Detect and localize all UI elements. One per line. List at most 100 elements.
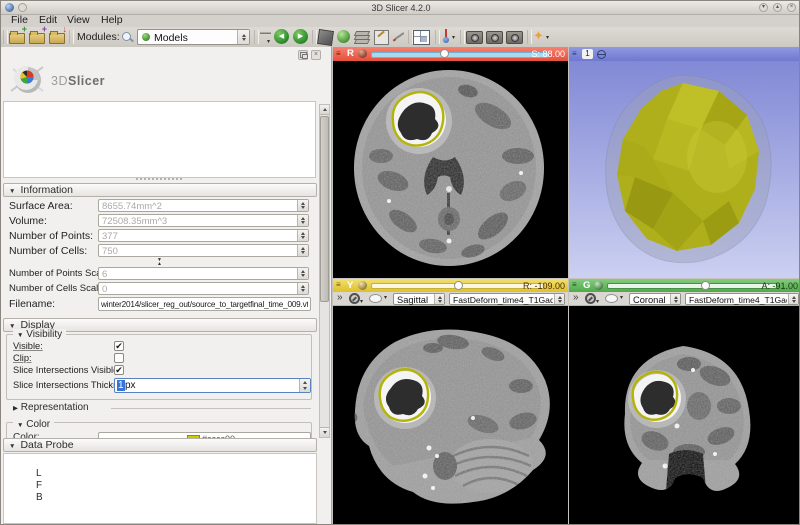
num-points-field[interactable]: 377 (98, 229, 309, 242)
module-search-icon[interactable] (121, 31, 133, 43)
threed-view[interactable] (569, 61, 800, 278)
color-group-title[interactable]: ▼ Color (13, 419, 54, 430)
toolbar-grip[interactable] (69, 30, 74, 44)
scroll-down-button[interactable] (320, 427, 329, 437)
collapse-open-icon: ▼ (9, 443, 15, 450)
close-button[interactable]: × (787, 3, 796, 12)
volume-selector[interactable]: FastDeform_time4_T1Gad (449, 293, 565, 305)
scroll-up-button[interactable] (320, 105, 329, 115)
collapse-open-icon: ▼ (9, 188, 15, 195)
clip-checkbox[interactable] (114, 353, 124, 363)
extensions-button[interactable]: ✦ (533, 29, 544, 43)
annotations-button[interactable] (392, 30, 405, 43)
screenshot-button[interactable] (466, 31, 483, 44)
module-selector-arrows (237, 30, 249, 44)
logo-text-slicer: Slicer (68, 74, 105, 88)
slice-pin-button[interactable]: ≡ (572, 279, 577, 291)
splitter-handle[interactable] (136, 178, 182, 182)
visible-checkbox[interactable]: ✔ (114, 341, 124, 351)
dropdown-icon[interactable]: ▾ (384, 295, 387, 301)
orientation-selector[interactable]: Sagittal (393, 293, 445, 305)
slice-visibility-toggle[interactable] (369, 294, 382, 303)
load-dicom-button[interactable]: + (28, 29, 45, 45)
spin-view-icon[interactable] (597, 50, 606, 59)
scene-view-restore-button[interactable] (506, 31, 523, 44)
green-slice-slider-track[interactable] (607, 283, 777, 289)
spinner[interactable] (297, 245, 308, 256)
dock-close-button[interactable]: × (311, 50, 321, 60)
slice-visibility-eye-icon[interactable] (358, 49, 367, 58)
load-data-button[interactable]: + (8, 29, 25, 45)
maximize-button[interactable]: ▴ (773, 3, 782, 12)
num-points-scalars-field[interactable]: 6 (98, 267, 309, 280)
red-slice-slider-handle[interactable] (440, 49, 449, 58)
models-button[interactable] (336, 29, 353, 45)
panel-scrollbar[interactable] (319, 104, 330, 438)
editor-button[interactable] (373, 29, 390, 45)
expand-controller-button[interactable]: » (573, 292, 579, 303)
volumes-button[interactable] (355, 31, 369, 43)
num-cells-scalars-field[interactable]: 0 (98, 282, 309, 295)
menu-view[interactable]: View (63, 14, 94, 26)
scrollbar-thumb[interactable] (320, 116, 329, 302)
orientation-selector[interactable]: Coronal (629, 293, 681, 305)
data-probe-section-header[interactable]: ▼Data Probe (3, 438, 317, 452)
filename-field[interactable]: winter2014/slicer_reg_out/source_to_targ… (98, 297, 311, 311)
volume-selector[interactable]: FastDeform_time4_T1Gad (685, 293, 799, 305)
spinner[interactable] (297, 215, 308, 226)
spinner[interactable] (299, 379, 310, 392)
threed-view-label: 1 (582, 49, 593, 59)
link-views-button[interactable] (349, 293, 360, 304)
expand-controller-button[interactable]: » (337, 292, 343, 303)
dock-float-button[interactable] (298, 50, 308, 60)
toolbar-grip[interactable] (460, 30, 465, 44)
menu-file[interactable]: File (7, 14, 32, 26)
information-section-header[interactable]: ▼Information (3, 183, 317, 197)
slice-pin-button[interactable]: ≡ (336, 279, 341, 291)
back-button[interactable]: ◀ (274, 29, 289, 44)
yellow-slice-slider-handle[interactable] (454, 281, 463, 290)
forward-button[interactable]: ▶ (293, 29, 308, 44)
link-views-button[interactable] (585, 293, 596, 304)
green-slice-letter: G (583, 279, 590, 292)
dropdown-icon[interactable]: ▾ (546, 35, 549, 41)
toolbar-grip[interactable] (527, 30, 532, 44)
surface-area-field[interactable]: 8655.74mm^2 (98, 199, 309, 212)
module-history-button[interactable]: — ▾ (259, 29, 273, 45)
sagittal-slice-view[interactable] (333, 306, 568, 525)
coronal-slice-view[interactable] (569, 306, 800, 525)
volume-field[interactable]: 72508.35mm^3 (98, 214, 309, 227)
representation-group-title[interactable]: ▶ Representation (13, 402, 89, 413)
toolbar-grip[interactable] (435, 30, 440, 44)
scene-view-capture-button[interactable] (486, 31, 503, 44)
dropdown-icon[interactable]: ▾ (620, 295, 623, 301)
slice-visibility-eye-icon[interactable] (594, 281, 603, 290)
minimize-button[interactable]: ▾ (759, 3, 768, 12)
axial-slice-view[interactable] (333, 61, 568, 278)
layout-selector-button[interactable] (413, 30, 430, 45)
slice-intersections-thickness-spinbox[interactable]: 1 px (114, 378, 311, 393)
slice-visibility-toggle[interactable] (605, 294, 618, 303)
red-slice-slider-track[interactable] (371, 52, 549, 58)
save-button[interactable]: ↓ (48, 29, 65, 45)
slice-pin-button[interactable]: ≡ (336, 47, 341, 60)
clip-label: Clip: (13, 353, 32, 363)
view-pin-button[interactable]: ≡ (572, 47, 577, 60)
dropdown-icon[interactable]: ▾ (452, 35, 455, 41)
slice-visibility-eye-icon[interactable] (358, 281, 367, 290)
spinner[interactable] (297, 230, 308, 241)
sphere-icon (337, 30, 350, 43)
show-3d-cube-button[interactable] (317, 29, 334, 45)
menu-edit[interactable]: Edit (35, 14, 61, 26)
visibility-group-title[interactable]: ▼ Visibility (13, 329, 66, 340)
module-selector[interactable]: Models (137, 29, 250, 45)
num-cells-field[interactable]: 750 (98, 244, 309, 257)
green-slice-slider-handle[interactable] (701, 281, 710, 290)
menu-help[interactable]: Help (97, 14, 127, 26)
slice-intersections-visible-checkbox[interactable]: ✔ (114, 365, 124, 375)
section-splitter-handle[interactable]: ▼ ▲ (157, 258, 162, 266)
spinner[interactable] (297, 268, 308, 279)
spinner[interactable] (297, 283, 308, 294)
crosshair-button[interactable] (441, 29, 450, 43)
spinner[interactable] (297, 200, 308, 211)
